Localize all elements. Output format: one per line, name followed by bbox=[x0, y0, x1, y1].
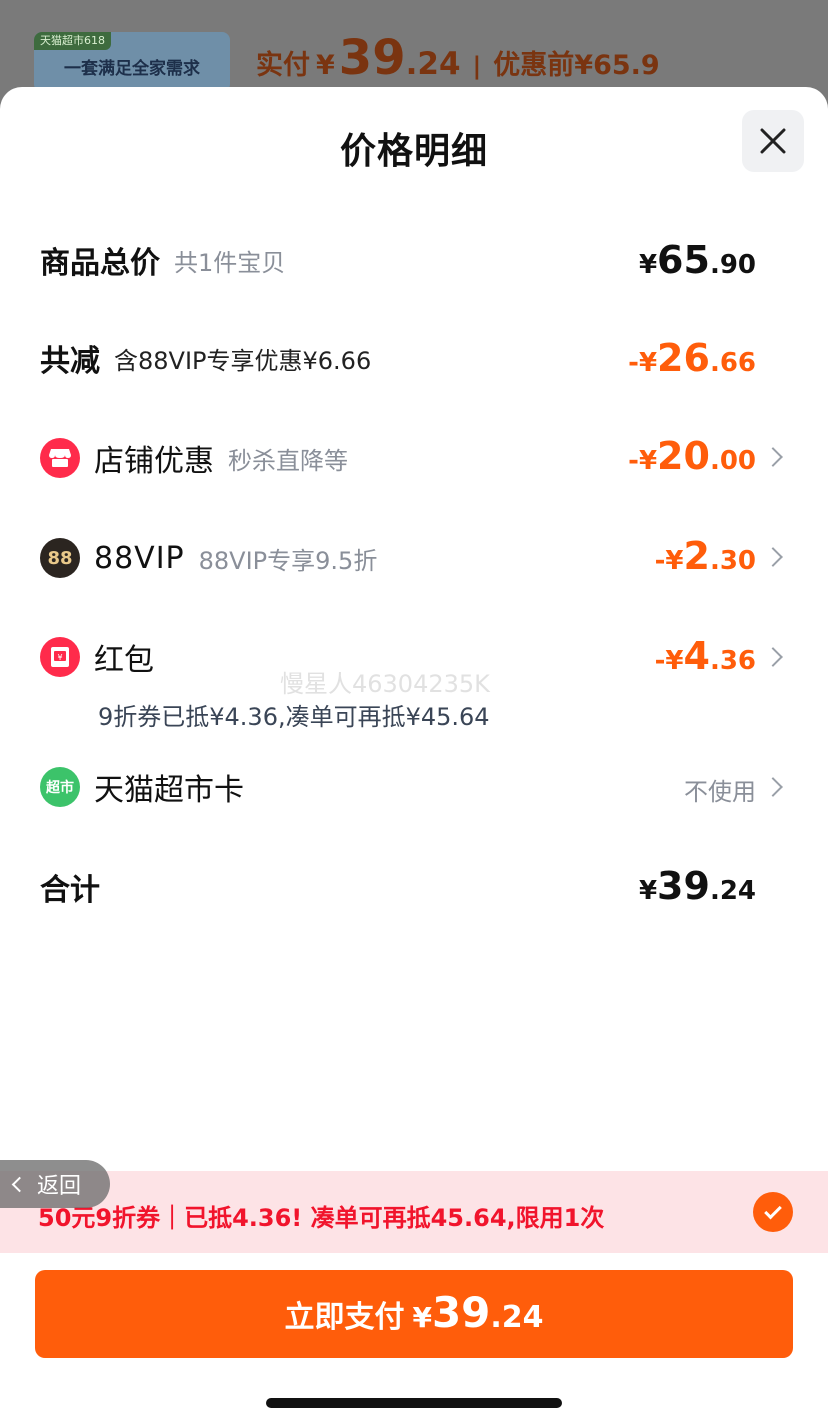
red-packet-icon: ¥ bbox=[40, 637, 80, 677]
amount-currency: -¥ bbox=[628, 446, 658, 476]
actual-pay-currency: ¥ bbox=[316, 50, 335, 81]
amount-currency: -¥ bbox=[654, 646, 684, 676]
amount-currency: ¥ bbox=[638, 876, 658, 906]
reduction-amount: -¥ 26 .66 bbox=[628, 336, 756, 380]
vip-note: 88VIP专享9.5折 bbox=[198, 546, 378, 575]
amount-integer: 20 bbox=[657, 434, 710, 478]
back-label: 返回 bbox=[37, 1174, 82, 1199]
home-indicator[interactable] bbox=[266, 1398, 562, 1408]
close-button[interactable] bbox=[742, 110, 804, 172]
goods-total-amount: ¥ 65 .90 bbox=[639, 238, 756, 282]
amount-integer: 2 bbox=[683, 534, 710, 578]
pay-currency: ¥ bbox=[412, 1301, 432, 1334]
amount-integer: 26 bbox=[657, 336, 710, 380]
amount-currency: -¥ bbox=[628, 348, 658, 378]
before-discount-price: 优惠前¥65.9 bbox=[493, 50, 660, 81]
amount-decimal: .00 bbox=[709, 446, 756, 476]
banner-text: 一套满足全家需求 bbox=[64, 59, 200, 79]
sum-amount: ¥ 39 .24 bbox=[639, 864, 756, 908]
amount-currency: ¥ bbox=[638, 250, 658, 280]
pay-label: 立即支付 bbox=[284, 1300, 405, 1335]
reduction-label: 共减 bbox=[40, 344, 100, 379]
amount-currency: -¥ bbox=[654, 546, 684, 576]
actual-pay-label: 实付 bbox=[256, 50, 310, 81]
close-icon bbox=[760, 128, 786, 154]
tmall-card-value[interactable]: 不使用 bbox=[684, 772, 756, 807]
back-button[interactable]: 返回 bbox=[0, 1160, 110, 1208]
sheet-title: 价格明细 bbox=[339, 131, 488, 172]
pay-now-button[interactable]: 立即支付 ¥ 39 .24 bbox=[35, 1270, 793, 1358]
checkmark-icon[interactable] bbox=[753, 1192, 793, 1232]
amount-decimal: .36 bbox=[709, 646, 756, 676]
red-packet-amount: -¥ 4 .36 bbox=[655, 634, 756, 678]
sum-label: 合计 bbox=[40, 873, 100, 908]
vip-88-icon: 88 bbox=[40, 538, 80, 578]
watermark: 慢星人46304235K bbox=[280, 670, 490, 698]
coupon-bar-text: 50元9折券｜已抵4.36! 凑单可再抵45.64,限用1次 bbox=[38, 1204, 605, 1232]
shop-discount-note: 秒杀直降等 bbox=[228, 446, 348, 475]
row-tmall-card[interactable]: 超市 天猫超市卡 bbox=[40, 766, 788, 808]
shop-discount-label: 店铺优惠 bbox=[94, 444, 214, 479]
vip-discount-amount: -¥ 2 .30 bbox=[655, 534, 756, 578]
shop-icon bbox=[40, 438, 80, 478]
actual-pay-decimal: .24 bbox=[405, 46, 461, 82]
pay-decimal: .24 bbox=[490, 1300, 544, 1335]
shop-discount-amount: -¥ 20 .00 bbox=[628, 434, 756, 478]
svg-text:¥: ¥ bbox=[57, 653, 62, 662]
vip-label: 88VIP bbox=[94, 540, 185, 576]
product-thumbnail: 天猫超市618 一套满足全家需求 bbox=[34, 32, 230, 92]
price-separator: | bbox=[472, 52, 482, 80]
banner-tag: 天猫超市618 bbox=[34, 32, 111, 50]
background-price-summary: 实付 ¥ 39 .24 | 优惠前¥65.9 bbox=[256, 30, 660, 90]
amount-decimal: .66 bbox=[709, 348, 756, 378]
chevron-left-icon bbox=[11, 1176, 28, 1192]
amount-decimal: .90 bbox=[709, 250, 756, 280]
goods-count: 共1件宝贝 bbox=[174, 248, 286, 277]
tmall-card-icon: 超市 bbox=[40, 767, 80, 807]
amount-integer: 4 bbox=[683, 634, 710, 678]
pay-integer: 39 bbox=[431, 1288, 491, 1337]
actual-pay-integer: 39 bbox=[338, 30, 406, 86]
red-packet-note: 9折券已抵¥4.36,凑单可再抵¥45.64 bbox=[98, 703, 490, 731]
amount-decimal: .24 bbox=[709, 876, 756, 906]
goods-total-label: 商品总价 bbox=[40, 246, 160, 281]
amount-integer: 39 bbox=[657, 864, 710, 908]
reduction-note: 含88VIP专享优惠¥6.66 bbox=[114, 346, 372, 375]
amount-integer: 65 bbox=[657, 238, 710, 282]
amount-decimal: .30 bbox=[709, 546, 756, 576]
tmall-card-label: 天猫超市卡 bbox=[94, 773, 244, 808]
red-packet-label: 红包 bbox=[94, 643, 154, 678]
